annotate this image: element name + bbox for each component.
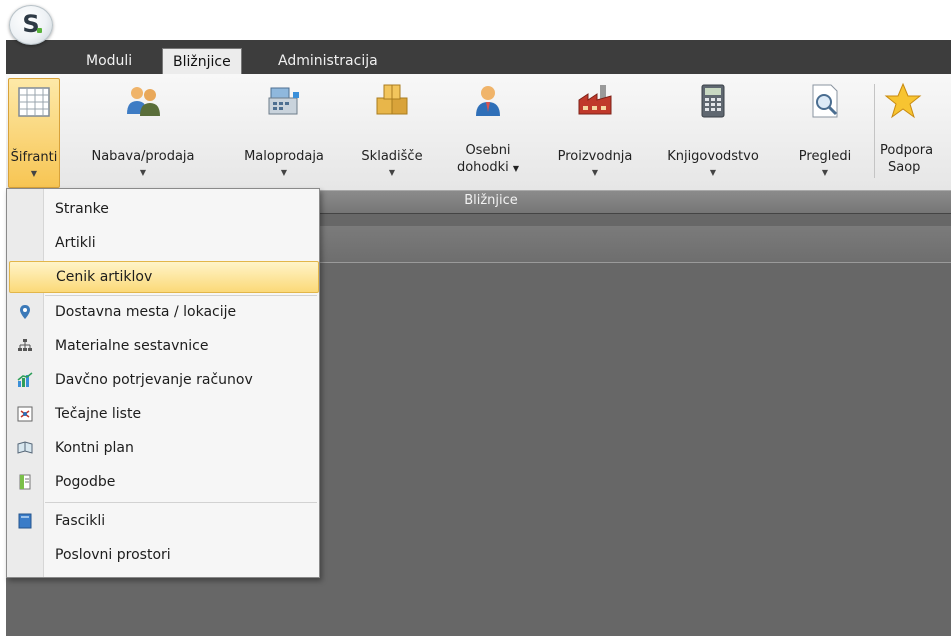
dropdown-arrow-icon: ▼ [709,168,717,177]
book-icon [17,441,33,454]
menu-item-kontni-plan[interactable]: Kontni plan [9,432,317,464]
ribbon-label-dohodki: dohodki ▼ [456,160,520,175]
factory-icon [578,85,612,115]
menu-item-stranke[interactable]: Stranke [9,193,317,225]
menu-item-poslovni-prostori[interactable]: Poslovni prostori [9,539,317,571]
title-bar [0,0,951,40]
location-pin-icon [20,305,30,319]
boxes-icon [376,84,408,115]
hierarchy-icon [18,339,32,351]
ribbon-label-osebni: Osebni [465,143,511,158]
menu-item-davcno-potrjevanje[interactable]: Davčno potrjevanje računov [9,364,317,396]
calculator-icon [701,84,725,118]
people-icon [127,87,160,116]
bar-chart-icon [17,372,33,387]
menu-item-artikli[interactable]: Artikli [9,227,317,259]
dropdown-arrow-icon: ▼ [591,168,599,177]
ribbon-button-nabava-prodaja[interactable]: Nabava/prodaja ▼ [88,78,198,186]
exchange-rates-icon [17,406,33,422]
ribbon-label-nabava-prodaja: Nabava/prodaja [91,149,195,164]
ribbon-label-pregledi: Pregledi [798,149,852,164]
ribbon-label-podpora: Podpora [880,143,934,158]
contract-icon [19,474,31,490]
dropdown-arrow-icon: ▼ [388,168,396,177]
app-logo[interactable]: S [9,5,53,45]
tab-moduli[interactable]: Moduli [76,48,142,74]
ribbon-button-pregledi[interactable]: Pregledi ▼ [788,78,862,186]
ribbon-label-knjigovodstvo: Knjigovodstvo [667,149,759,164]
ribbon-button-proizvodnja[interactable]: Proizvodnja ▼ [544,78,646,186]
ribbon-label-proizvodnja: Proizvodnja [557,149,633,164]
grid-table-icon [18,87,50,117]
ribbon-label-saop: Saop [888,160,921,175]
ribbon-button-knjigovodstvo[interactable]: Knjigovodstvo ▼ [654,78,772,186]
ribbon-label-sifranti: Šifranti [10,150,58,165]
tab-administracija[interactable]: Administracija [268,48,388,74]
dropdown-arrow-icon: ▼ [139,168,147,177]
menu-item-pogodbe[interactable]: Pogodbe [9,466,317,498]
ribbon-separator [874,84,875,178]
menu-item-cenik-artiklov[interactable]: Cenik artiklov [9,261,319,293]
ribbon-button-maloprodaja[interactable]: Maloprodaja ▼ [232,78,336,186]
ribbon: Šifranti ▼ Nabava/prodaja ▼ Maloprodaja … [6,74,951,190]
magnifier-document-icon [812,84,838,118]
dropdown-arrow-icon: ▼ [280,168,288,177]
menu-item-dostavna-mesta[interactable]: Dostavna mesta / lokacije [9,296,317,328]
ribbon-button-skladisce[interactable]: Skladišče ▼ [350,78,434,186]
dropdown-arrow-icon: ▼ [512,164,520,173]
folder-icon [18,513,32,529]
ribbon-button-osebni-dohodki[interactable]: Osebni dohodki ▼ [442,78,534,186]
sifranti-dropdown-menu: Stranke Artikli Cenik artiklov Dostavna … [6,188,320,578]
ribbon-button-podpora-saop[interactable]: Podpora Saop [878,78,951,186]
dropdown-arrow-icon: ▼ [821,168,829,177]
ribbon-tab-strip: Moduli Bližnjice Administracija [6,40,951,75]
cash-register-icon [268,87,299,115]
ribbon-group-label: Bližnjice [464,193,518,208]
menu-item-tecajne-liste[interactable]: Tečajne liste [9,398,317,430]
menu-separator [45,502,317,503]
ribbon-button-sifranti[interactable]: Šifranti ▼ [8,78,60,188]
tab-bliznjice[interactable]: Bližnjice [162,48,242,75]
app-logo-letter: S [10,11,52,37]
ribbon-label-maloprodaja: Maloprodaja [244,149,324,164]
ribbon-label-skladisce: Skladišče [361,149,423,164]
person-icon [476,86,500,116]
menu-item-fascikli[interactable]: Fascikli [9,505,317,537]
star-icon [884,82,922,119]
menu-item-materialne-sestavnice[interactable]: Materialne sestavnice [9,330,317,362]
dropdown-arrow-icon: ▼ [30,169,38,178]
